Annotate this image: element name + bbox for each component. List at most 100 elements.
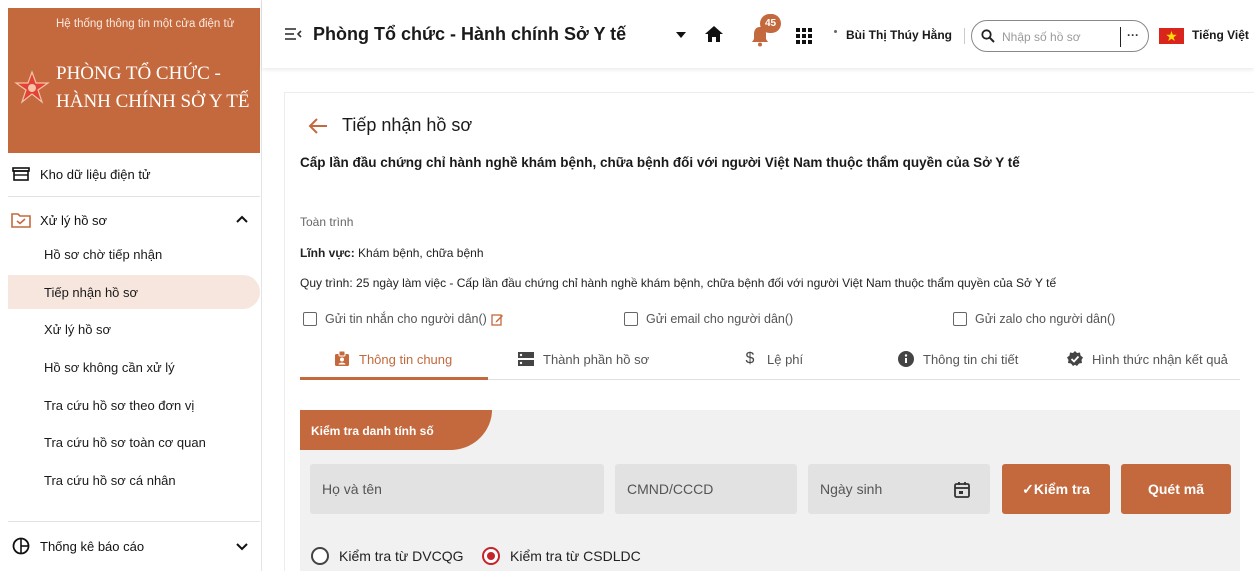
sidebar-section-label: Thống kê báo cáo [40, 538, 145, 554]
panel-title: Kiểm tra danh tính số [311, 424, 434, 438]
user-name[interactable]: Bùi Thị Thúy Hằng [846, 28, 952, 42]
checkbox[interactable] [953, 312, 967, 326]
check-button[interactable]: ✓Kiểm tra [1002, 464, 1110, 514]
search-icon[interactable] [981, 29, 995, 43]
checkbox[interactable] [303, 312, 317, 326]
active-tab-indicator [300, 377, 488, 380]
sidebar-item-label: Tiếp nhận hồ sơ [44, 284, 139, 300]
top-bar: Phòng Tổ chức - Hành chính Sở Y tế 45 Bù… [262, 0, 1254, 68]
search-input[interactable] [1002, 27, 1114, 47]
divider [964, 28, 965, 44]
divider [8, 196, 260, 197]
chevron-up-icon[interactable] [234, 212, 250, 228]
tab-result-delivery[interactable]: Hình thức nhận kết quả [1066, 338, 1228, 380]
sidebar: Hệ thống thông tin một cửa điện tử PHÒNG… [0, 0, 262, 571]
field-line: Lĩnh vực: Khám bệnh, chữa bệnh [300, 246, 484, 260]
home-icon[interactable] [704, 25, 724, 43]
radio-label: Kiểm tra từ CSDLDC [510, 548, 641, 564]
sidebar-section-reports[interactable]: Thống kê báo cáo [0, 526, 261, 566]
page-title: Tiếp nhận hồ sơ [342, 115, 473, 135]
sidebar-item-process[interactable]: Xử lý hồ sơ [8, 312, 260, 346]
folder-check-icon [10, 209, 32, 231]
tab-documents[interactable]: Thành phần hồ sơ [517, 338, 649, 380]
search-divider [1120, 27, 1121, 47]
tab-label: Thành phần hồ sơ [543, 351, 650, 367]
tab-label: Thông tin chi tiết [923, 351, 1019, 367]
tab-detail-info[interactable]: Thông tin chi tiết [897, 338, 1018, 380]
document-list-icon [517, 350, 535, 368]
vietnam-flag-icon[interactable] [1159, 28, 1184, 44]
process-value: 25 ngày làm việc - Cấp lần đầu chứng chỉ… [356, 276, 1057, 290]
tab-fees[interactable]: $ Lệ phí [741, 338, 804, 380]
search-options-button[interactable]: ··· [1127, 28, 1139, 42]
sidebar-item-label: Tra cứu hồ sơ theo đơn vị [44, 397, 195, 413]
process-line: Quy trình: 25 ngày làm việc - Cấp lần đầ… [300, 276, 1056, 290]
info-icon [897, 350, 915, 368]
sidebar-item-search-agency[interactable]: Tra cứu hồ sơ toàn cơ quan [8, 425, 260, 459]
language-selector[interactable]: Tiếng Việt [1192, 28, 1249, 42]
chevron-down-icon[interactable] [234, 538, 250, 554]
sidebar-item-label: Tra cứu hồ sơ cá nhân [44, 472, 176, 488]
sidebar-item-storage[interactable]: Kho dữ liệu điện tử [0, 154, 261, 194]
sidebar-item-label: Tra cứu hồ sơ toàn cơ quan [44, 434, 206, 450]
menu-collapse-icon[interactable] [284, 26, 302, 42]
edit-icon[interactable] [491, 313, 504, 326]
radio-button[interactable] [311, 547, 329, 565]
search-box[interactable]: ··· [971, 20, 1149, 52]
full-name-field[interactable]: Họ và tên [310, 464, 604, 514]
sidebar-item-pending[interactable]: Hồ sơ chờ tiếp nhận [8, 237, 260, 271]
radio-csdldc[interactable]: Kiểm tra từ CSDLDC [482, 547, 641, 565]
tab-label: Thông tin chung [359, 351, 453, 367]
field-placeholder: Ngày sinh [820, 481, 883, 497]
notify-email-checkbox[interactable]: Gửi email cho người dân() [624, 312, 793, 326]
process-label: Quy trình: [300, 276, 353, 290]
radio-button-selected[interactable] [482, 547, 500, 565]
notify-zalo-checkbox[interactable]: Gửi zalo cho người dân() [953, 312, 1115, 326]
field-placeholder: CMND/CCCD [627, 481, 714, 497]
scan-qr-button[interactable]: Quét mã [1121, 464, 1231, 514]
sidebar-item-search-unit[interactable]: Tra cứu hồ sơ theo đơn vị [8, 388, 260, 422]
verified-icon [1066, 350, 1084, 368]
user-status-dot [834, 30, 837, 33]
notify-sms-checkbox[interactable]: Gửi tin nhắn cho người dân() [303, 312, 504, 326]
caret-down-icon[interactable] [676, 31, 686, 39]
badge-icon [333, 350, 351, 368]
pie-chart-icon [10, 535, 32, 557]
tab-label: Hình thức nhận kết quả [1092, 351, 1228, 367]
unit-title[interactable]: Phòng Tổ chức - Hành chính Sở Y tế [313, 24, 626, 45]
dollar-icon: $ [745, 350, 755, 367]
sidebar-section-process[interactable]: Xử lý hồ sơ [0, 200, 261, 240]
sidebar-item-label: Kho dữ liệu điện tử [40, 166, 151, 182]
id-number-field[interactable]: CMND/CCCD [615, 464, 797, 514]
procedure-title: Cấp lần đầu chứng chỉ hành nghề khám bện… [300, 155, 1020, 170]
checkbox-label: Gửi zalo cho người dân() [975, 312, 1116, 326]
sidebar-item-label: Hồ sơ không cần xử lý [44, 359, 175, 375]
system-name: Hệ thống thông tin một cửa điện tử [56, 18, 235, 30]
checkbox-label: Gửi tin nhắn cho người dân() [325, 312, 487, 326]
checkbox-label: Gửi email cho người dân() [646, 312, 794, 326]
scope-label: Toàn trình [300, 215, 354, 229]
date-of-birth-field[interactable]: Ngày sinh [808, 464, 990, 514]
sidebar-item-receive[interactable]: Tiếp nhận hồ sơ [8, 275, 260, 309]
radio-label: Kiểm tra từ DVCQG [339, 548, 464, 564]
sidebar-section-label: Xử lý hồ sơ [40, 212, 108, 228]
notification-badge: 45 [760, 14, 781, 33]
back-arrow-icon[interactable] [308, 117, 328, 135]
calendar-icon[interactable] [954, 481, 970, 498]
radio-dvcqg[interactable]: Kiểm tra từ DVCQG [311, 547, 464, 565]
brand-header[interactable]: Hệ thống thông tin một cửa điện tử PHÒNG… [8, 8, 260, 153]
tab-label: Lệ phí [767, 351, 804, 367]
apps-grid-icon[interactable] [796, 28, 812, 44]
org-name: PHÒNG TỔ CHỨC - HÀNH CHÍNH SỞ Y TẾ [56, 63, 250, 112]
divider [8, 521, 260, 522]
tab-bar: Thông tin chung Thành phần hồ sơ $ Lệ ph… [300, 338, 1240, 380]
sidebar-item-label: Xử lý hồ sơ [44, 321, 112, 337]
logo-star-icon [14, 70, 50, 104]
tab-general-info[interactable]: Thông tin chung [333, 338, 452, 380]
sidebar-item-no-process[interactable]: Hồ sơ không cần xử lý [8, 350, 260, 384]
checkbox[interactable] [624, 312, 638, 326]
field-placeholder: Họ và tên [322, 481, 382, 497]
field-value: Khám bệnh, chữa bệnh [358, 246, 484, 260]
sidebar-item-search-personal[interactable]: Tra cứu hồ sơ cá nhân [8, 463, 260, 497]
store-icon [10, 163, 32, 185]
